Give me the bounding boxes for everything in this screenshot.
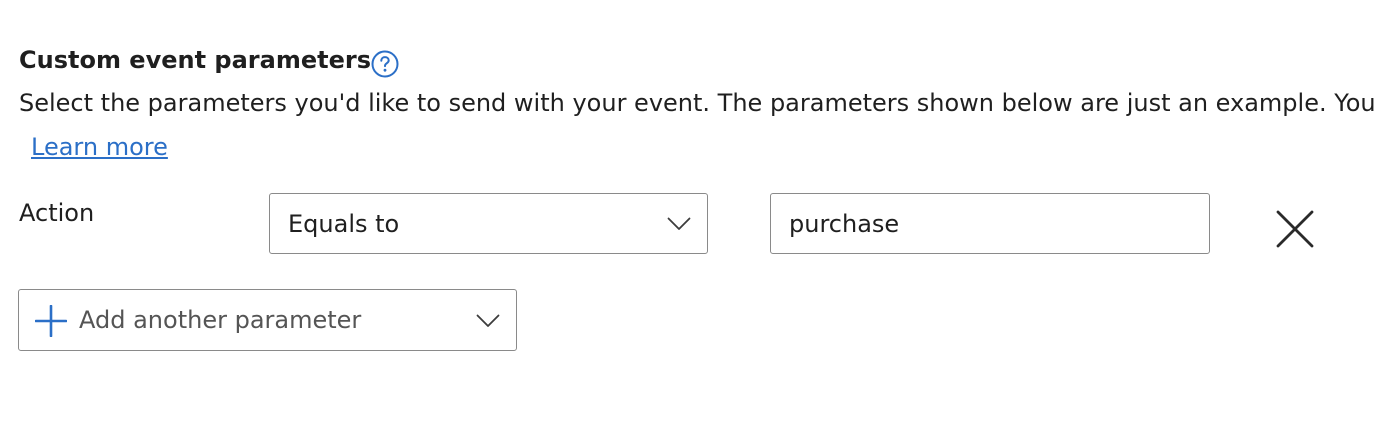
add-parameter-label: Add another parameter (79, 306, 362, 334)
chevron-down-icon (667, 217, 691, 230)
remove-parameter-button[interactable] (1270, 204, 1320, 254)
operator-selected-value: Equals to (288, 210, 400, 238)
parameter-value-input[interactable] (770, 193, 1210, 254)
operator-dropdown[interactable]: Equals to (269, 193, 708, 254)
section-title: Custom event parameters (19, 46, 371, 74)
plus-icon (35, 305, 67, 337)
learn-more-link[interactable]: Learn more (31, 133, 168, 161)
question-circle-icon[interactable] (370, 49, 400, 79)
add-parameter-button[interactable]: Add another parameter (18, 289, 517, 351)
section-description: Select the parameters you'd like to send… (19, 89, 1376, 117)
chevron-down-icon (476, 314, 500, 327)
parameter-label: Action (19, 199, 95, 227)
close-icon (1276, 210, 1314, 248)
